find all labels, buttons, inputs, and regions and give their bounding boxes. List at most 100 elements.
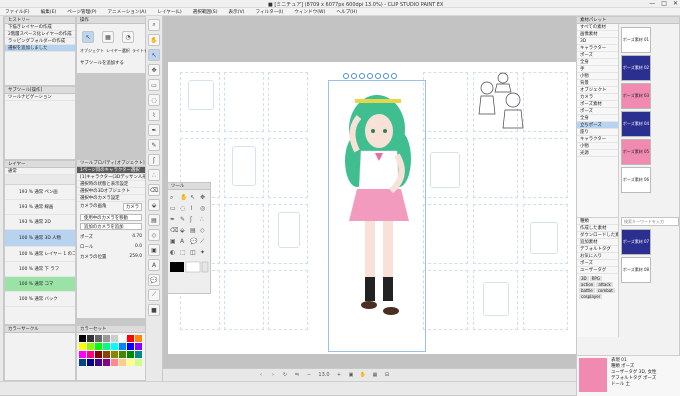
- menu-layer[interactable]: レイヤー(L): [157, 9, 181, 15]
- material-tree-item[interactable]: キャラクター: [577, 136, 618, 143]
- zoom-in-icon[interactable]: +: [335, 371, 343, 379]
- color-swatch[interactable]: [111, 343, 118, 350]
- grid-icon[interactable]: ▦: [371, 371, 379, 379]
- material-tree-item[interactable]: 画像素材: [577, 31, 618, 38]
- material-tree-item[interactable]: カメラ: [577, 94, 618, 101]
- color-swatch[interactable]: [79, 335, 86, 342]
- rotate-plane-icon[interactable]: [375, 73, 381, 79]
- color-swatch[interactable]: [87, 343, 94, 350]
- character-select[interactable]: [1]キャラクター(3Dデッサン人形): [77, 174, 145, 181]
- selection-tool-icon[interactable]: ▭: [148, 79, 160, 91]
- history-item[interactable]: 下描きレイヤーの作成: [5, 24, 75, 31]
- material-thumbnail[interactable]: ポーズ素材 06: [621, 167, 651, 193]
- move-camera-button[interactable]: 使用中のカメラを移動: [80, 214, 142, 221]
- tag-chip[interactable]: cosplayer: [579, 294, 603, 299]
- color-swatch[interactable]: [103, 335, 110, 342]
- correct-line-tool-icon[interactable]: ⟋: [148, 289, 160, 301]
- camera-angle-select[interactable]: カメラ: [122, 203, 142, 211]
- gradient-tool-icon[interactable]: ▤: [148, 214, 160, 226]
- color-swatch-grid[interactable]: [79, 335, 145, 379]
- pen-tool-icon[interactable]: ✒: [148, 124, 160, 136]
- pencil-tool-icon[interactable]: ✎: [148, 139, 160, 151]
- tag-chip[interactable]: RPG: [589, 276, 602, 281]
- material-tree-item[interactable]: オブジェクト: [577, 87, 618, 94]
- material-thumbnail[interactable]: ポーズ素材 08: [621, 257, 651, 283]
- tag-item[interactable]: ダウンロードした素材: [577, 232, 618, 239]
- fill-tool-icon[interactable]: ⬙: [148, 199, 160, 211]
- eraser-tool-icon[interactable]: ⌫: [148, 184, 160, 196]
- layer-row-selected[interactable]: 100 % 通常 3D 人物: [5, 230, 75, 247]
- material-tree-item[interactable]: 手: [577, 66, 618, 73]
- material-thumbnail[interactable]: ポーズ素材 02: [621, 55, 651, 81]
- color-swatch[interactable]: [119, 343, 126, 350]
- display-setting-row[interactable]: 選択時の状態と表示設定: [77, 181, 145, 188]
- frame-tool-icon[interactable]: ▣: [148, 244, 160, 256]
- layer-row[interactable]: 100 % 通常 コマ: [5, 277, 75, 292]
- material-tree-item-selected[interactable]: 立ちポーズ: [577, 122, 618, 129]
- material-tree-item[interactable]: 小物: [577, 73, 618, 80]
- color-swatch[interactable]: [95, 359, 102, 366]
- material-tree-item[interactable]: 3D: [577, 38, 618, 45]
- color-swatch[interactable]: [127, 351, 134, 358]
- material-tree-item[interactable]: 背景: [577, 80, 618, 87]
- layer-row[interactable]: 100 % 通常 下 ラフ: [5, 262, 75, 277]
- menu-window[interactable]: ウィンドウ(W): [294, 9, 325, 15]
- history-item[interactable]: 選択を追加しました: [5, 45, 75, 52]
- tag-item[interactable]: 追加素材: [577, 239, 618, 246]
- minimize-button[interactable]: —: [649, 0, 655, 7]
- tag-chip[interactable]: attack: [596, 282, 613, 287]
- color-swatch[interactable]: [87, 335, 94, 342]
- color-swatch[interactable]: [111, 359, 118, 366]
- add-subtool-button[interactable]: サブツールを追加する: [77, 54, 145, 72]
- material-thumbnail[interactable]: ポーズ素材 04: [621, 111, 651, 137]
- 3d-character-figure[interactable]: [329, 81, 427, 353]
- color-swatch[interactable]: [135, 343, 142, 350]
- next-icon[interactable]: ›: [269, 371, 277, 379]
- material-tree-item[interactable]: ポーズ素材: [577, 101, 618, 108]
- color-icon[interactable]: ■: [148, 304, 160, 316]
- tag-chip[interactable]: combat: [595, 288, 615, 293]
- tag-item[interactable]: ポーズ: [577, 260, 618, 267]
- color-swatch[interactable]: [135, 351, 142, 358]
- flip-icon[interactable]: ⇋: [293, 371, 301, 379]
- color-swatch[interactable]: [127, 343, 134, 350]
- airbrush-tool-icon[interactable]: ∴: [148, 169, 160, 181]
- tag-chip[interactable]: battle: [579, 288, 595, 293]
- material-tree-item[interactable]: ポーズ: [577, 108, 618, 115]
- color-swatch[interactable]: [135, 359, 142, 366]
- tag-item[interactable]: デフォルトタグ: [577, 246, 618, 253]
- close-button[interactable]: ✕: [673, 0, 678, 7]
- light-table-tool-button[interactable]: ◔: [122, 31, 134, 43]
- camera-setting-row[interactable]: 選択中のカメラ設定: [77, 195, 145, 202]
- color-swatch[interactable]: [79, 359, 86, 366]
- material-search-input[interactable]: 検索キーワードを入力: [621, 217, 679, 226]
- lasso-tool-icon[interactable]: ◌: [148, 94, 160, 106]
- pan-camera-icon[interactable]: [351, 73, 357, 79]
- menu-page[interactable]: ページ管理(P): [67, 9, 96, 15]
- hand-tool-icon[interactable]: ✋: [148, 34, 160, 46]
- menu-edit[interactable]: 編集(E): [41, 9, 57, 15]
- menu-help[interactable]: ヘルプ(H): [336, 9, 357, 15]
- maximize-button[interactable]: □: [661, 0, 667, 7]
- zoom-tool-icon[interactable]: ⌕: [148, 19, 160, 31]
- selected-object-row[interactable]: 選択中の3Dオブジェクト: [77, 188, 145, 195]
- color-swatch[interactable]: [119, 335, 126, 342]
- color-swatch[interactable]: [79, 343, 86, 350]
- balloon-tool-icon[interactable]: 💬: [148, 274, 160, 286]
- floating-tool-grid[interactable]: ⌕ ✋ ↖ ✥ ▭ ◌ ⌇ ◎ ✒ ✎ ʃ ∴ ⌫ ⬙ ▤ ◇ ▣ A 💬 ⟋ ◐ ⬚ ◫ ✦: [168, 190, 210, 292]
- color-swatch[interactable]: [95, 351, 102, 358]
- sub-color-swatch[interactable]: [185, 261, 201, 273]
- material-thumbnail[interactable]: ポーズ素材 03: [621, 83, 651, 109]
- material-tree-item[interactable]: ポーズ: [577, 52, 618, 59]
- roll-value[interactable]: 0.0: [135, 244, 142, 250]
- material-thumbnail[interactable]: ポーズ素材 07: [621, 229, 651, 255]
- brush-tool-icon[interactable]: ʃ: [148, 154, 160, 166]
- color-swatch[interactable]: [127, 335, 134, 342]
- color-swatch[interactable]: [119, 359, 126, 366]
- tag-chip[interactable]: action: [579, 282, 596, 287]
- material-thumbnail[interactable]: ポーズ素材 01: [621, 27, 651, 53]
- text-tool-icon[interactable]: A: [148, 259, 160, 271]
- layer-row[interactable]: 193 % 通常 ペン画: [5, 185, 75, 200]
- rotate-camera-icon[interactable]: [343, 73, 349, 79]
- material-thumbnail[interactable]: ポーズ素材 05: [621, 139, 651, 165]
